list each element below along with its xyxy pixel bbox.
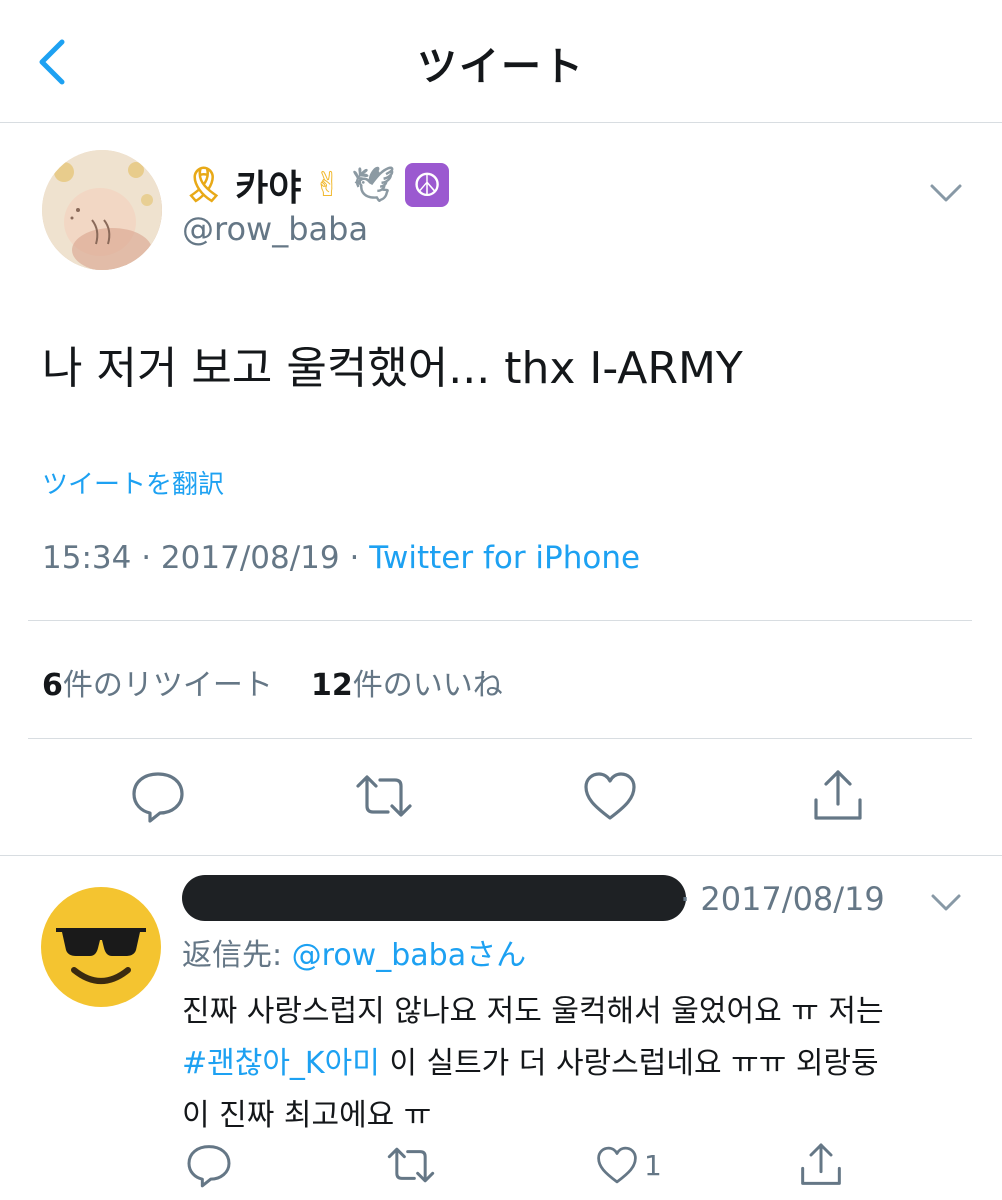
share-button[interactable] [808, 766, 868, 826]
tweet-options-button[interactable] [928, 178, 964, 208]
reply-date: · 2017/08/19 [680, 880, 885, 918]
tweet-source-link[interactable]: Twitter for iPhone [369, 540, 640, 576]
victory-hand-emoji: ✌ [313, 165, 342, 205]
like-button[interactable] [580, 766, 640, 826]
avatar-illustration [42, 150, 162, 270]
dove-emoji: 🕊 [351, 165, 396, 205]
retweet-label: 件のリツイート [62, 668, 273, 703]
reply-to-handle-link[interactable]: @row_babaさん [292, 938, 526, 973]
retweet-button[interactable] [354, 766, 414, 826]
peace-symbol-emoji: ☮ [405, 163, 450, 207]
meta-separator: · [141, 540, 152, 576]
reply-button[interactable] [128, 766, 188, 826]
reply-share-button[interactable] [796, 1140, 846, 1190]
reply-reply-button[interactable] [184, 1140, 234, 1190]
avatar[interactable] [42, 150, 162, 270]
reply-text-line: 이 진짜 최고에요 ㅠ [182, 1098, 432, 1133]
retweet-count: 6 [42, 668, 63, 703]
heart-icon [584, 772, 636, 820]
sunglasses-emoji-avatar [41, 887, 161, 1007]
share-icon [801, 1143, 841, 1185]
reply-retweet-button[interactable] [386, 1140, 436, 1190]
reply-text-line: 진짜 사랑스럽지 않나요 저도 울컥해서 울었어요 ㅠ 저는 [182, 994, 884, 1029]
tweet-text: 나 저거 보고 울컥했어... thx I-ARMY [42, 343, 743, 394]
like-count: 12 [311, 668, 353, 703]
tweet-date: 2017/08/19 [160, 540, 340, 576]
divider [0, 855, 1002, 856]
author-display-name: 카야 [235, 168, 302, 209]
author-handle[interactable]: @row_baba [182, 210, 368, 248]
divider [28, 620, 972, 621]
like-label: 件のいいね [352, 668, 503, 703]
reply-avatar[interactable] [40, 886, 162, 1008]
reply-text-line: 이 실트가 더 사랑스럽네요 ㅠㅠ 외랑둥 [379, 1046, 879, 1081]
ribbon-emoji: 🎗 [182, 165, 226, 205]
page-title: ツイート [417, 44, 585, 90]
reply-options-button[interactable] [930, 890, 962, 914]
reply-text: 진짜 사랑스럽지 않나요 저도 울컥해서 울었어요 ㅠ 저는 #괜찮아_K아미 … [182, 986, 962, 1142]
reply-like-count: 1 [644, 1148, 662, 1182]
chevron-down-icon [930, 184, 962, 202]
hashtag-link[interactable]: #괜찮아_K아미 [182, 1046, 380, 1081]
like-stat[interactable]: 12件のいいね [311, 668, 503, 703]
reply-to-label: 返信先: [182, 938, 292, 973]
reply-icon [187, 1145, 231, 1188]
retweet-stat[interactable]: 6件のリツイート [42, 668, 273, 703]
reply-to: 返信先: @row_babaさん [182, 930, 526, 974]
translate-tweet-link[interactable]: ツイートを翻訳 [42, 464, 224, 501]
redacted-author-name [182, 875, 686, 921]
heart-icon [597, 1146, 637, 1184]
tweet-time: 15:34 [42, 540, 132, 576]
retweet-icon [356, 775, 412, 817]
tweet-stats: 6件のリツイート 12件のいいね [42, 660, 503, 704]
reply-icon [132, 772, 184, 823]
tweet-meta: 15:34 · 2017/08/19 · Twitter for iPhone [42, 540, 640, 576]
meta-separator: · [349, 540, 360, 576]
divider [28, 738, 972, 739]
share-icon [814, 770, 862, 820]
chevron-down-icon [931, 894, 961, 911]
retweet-icon [387, 1147, 435, 1183]
author-name[interactable]: 🎗 카야 ✌ 🕊 ☮ [182, 160, 459, 210]
reply-like-button[interactable]: 1 [594, 1140, 662, 1190]
